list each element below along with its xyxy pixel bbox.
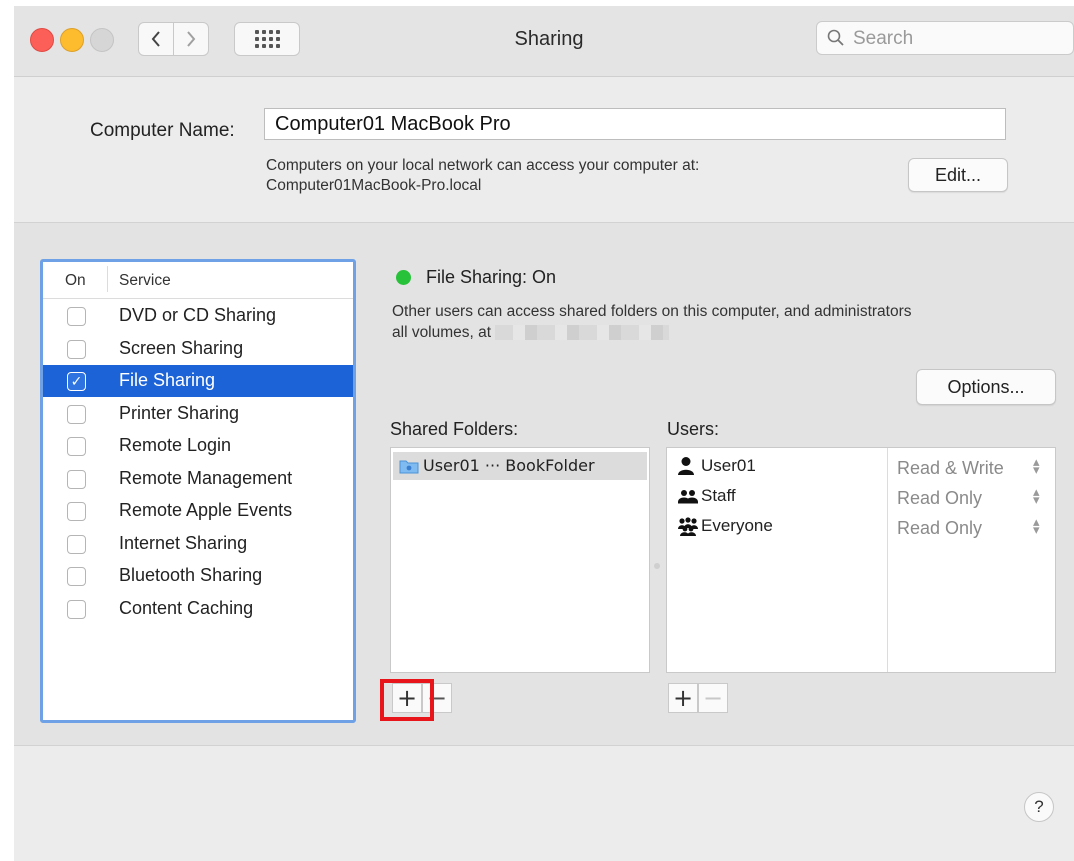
service-checkbox[interactable]: [67, 339, 86, 359]
shared-folders-label: Shared Folders:: [390, 419, 519, 439]
computer-name-label: Computer Name:: [90, 120, 235, 141]
minimize-window-button[interactable]: [60, 28, 84, 52]
service-label: Remote Apple Events: [119, 500, 293, 520]
search-field[interactable]: [816, 21, 1074, 55]
computer-address-line1: Computers on your local network can acce…: [266, 157, 700, 174]
user-name: Everyone: [701, 516, 773, 535]
service-row[interactable]: Remote Apple Events: [43, 495, 353, 527]
stepper-icon[interactable]: ▴ ▾: [1033, 515, 1040, 536]
help-button[interactable]: ?: [1024, 792, 1054, 822]
service-row[interactable]: Printer Sharing: [43, 398, 353, 430]
users-label: Users:: [667, 419, 720, 439]
user-name: User01: [701, 456, 756, 475]
options-button[interactable]: Options...: [916, 369, 1056, 405]
sharing-description-line2: all volumes, at: [392, 324, 492, 341]
service-label: Printer Sharing: [119, 402, 240, 423]
user-add-remove-group: + −: [668, 683, 728, 715]
service-row[interactable]: Remote Login: [43, 430, 353, 462]
splitter-handle[interactable]: [654, 563, 660, 569]
forward-button[interactable]: [173, 22, 209, 56]
service-row[interactable]: Screen Sharing: [43, 333, 353, 365]
status-indicator-icon: [396, 270, 411, 285]
service-row[interactable]: ✓ File Sharing: [43, 365, 353, 397]
computer-address-line2: Computer01MacBook-Pro.local: [266, 177, 482, 194]
service-checkbox[interactable]: [67, 307, 86, 326]
service-row[interactable]: Content Caching: [43, 593, 353, 625]
service-label: Internet Sharing: [119, 532, 248, 553]
user-row[interactable]: Staff Read Only ▴ ▾: [667, 482, 1055, 512]
service-label: Content Caching: [119, 597, 254, 618]
chevron-right-icon: [187, 31, 196, 47]
service-checkbox[interactable]: [67, 567, 86, 586]
chevron-left-icon: [151, 31, 160, 47]
service-pane: On Service DVD or CD Sharing Screen Shari…: [14, 222, 1074, 746]
user-icon: [678, 457, 694, 475]
add-user-button[interactable]: +: [668, 683, 698, 713]
zoom-window-button[interactable]: [90, 28, 114, 52]
service-row[interactable]: Bluetooth Sharing: [43, 560, 353, 592]
service-label: Bluetooth Sharing: [119, 565, 263, 585]
service-checkbox[interactable]: [67, 599, 86, 619]
service-checkbox[interactable]: [67, 534, 86, 554]
computer-name-input[interactable]: [264, 108, 1006, 140]
redacted-address: [495, 325, 670, 341]
service-checkbox[interactable]: [67, 437, 86, 456]
shared-folders-list[interactable]: User01 ··· BookFolder: [390, 447, 650, 673]
edit-button[interactable]: Edit...: [908, 158, 1008, 192]
stepper-icon[interactable]: ▴ ▾: [1033, 485, 1040, 506]
user-permission[interactable]: Read Only: [897, 518, 982, 539]
folder-icon: [399, 460, 419, 474]
service-checkbox[interactable]: ✓: [67, 372, 86, 391]
user-row[interactable]: User01 Read & Write ▴ ▾: [667, 452, 1055, 482]
close-window-button[interactable]: [30, 28, 54, 52]
stepper-icon[interactable]: ▴ ▾: [1033, 455, 1040, 476]
service-label: File Sharing: [119, 370, 216, 390]
search-icon: [827, 29, 844, 46]
user-row[interactable]: Everyone Read Only ▴ ▾: [667, 512, 1055, 542]
toolbar: Sharing: [14, 6, 1074, 77]
service-label: Remote Login: [119, 435, 232, 455]
column-header-on[interactable]: On: [65, 272, 86, 290]
users-list[interactable]: User01 Read & Write ▴ ▾ Staff Read Only ▴…: [666, 447, 1056, 673]
sharing-window: Sharing Computer Name: Computers on your…: [14, 6, 1074, 861]
search-input[interactable]: [851, 25, 1065, 53]
remove-user-button[interactable]: −: [698, 683, 728, 713]
user-permission[interactable]: Read Only: [897, 488, 982, 509]
shared-folder-row[interactable]: User01 ··· BookFolder: [393, 452, 647, 480]
show-all-button[interactable]: [234, 22, 300, 56]
shared-folder-name: User01 ··· BookFolder: [423, 456, 595, 475]
window-title: Sharing: [514, 28, 584, 50]
service-checkbox[interactable]: [67, 404, 86, 424]
user-permission[interactable]: Read & Write: [897, 458, 1004, 479]
service-row[interactable]: DVD or CD Sharing: [43, 300, 353, 332]
column-divider: [107, 266, 108, 292]
service-checkbox[interactable]: [67, 469, 86, 489]
highlight-annotation: [380, 679, 434, 721]
service-list-header: On Service: [43, 262, 353, 299]
computer-address-info: Computers on your local network can acce…: [266, 156, 699, 196]
everyone-icon: [678, 517, 698, 536]
service-row[interactable]: Remote Management: [43, 463, 353, 495]
grid-icon: [254, 30, 280, 48]
service-label: DVD or CD Sharing: [119, 305, 277, 325]
back-button[interactable]: [138, 22, 174, 56]
sharing-description: Other users can access shared folders on…: [392, 301, 1052, 343]
sharing-status: File Sharing: On: [426, 267, 557, 287]
service-label: Remote Management: [119, 467, 293, 488]
user-name: Staff: [701, 486, 736, 505]
service-list[interactable]: On Service DVD or CD Sharing Screen Shari…: [40, 259, 356, 723]
group-icon: [678, 490, 698, 504]
service-row[interactable]: Internet Sharing: [43, 528, 353, 560]
service-checkbox[interactable]: [67, 502, 86, 521]
sharing-description-line1: Other users can access shared folders on…: [392, 303, 912, 320]
service-label: Screen Sharing: [119, 337, 244, 358]
column-header-service[interactable]: Service: [119, 272, 171, 290]
